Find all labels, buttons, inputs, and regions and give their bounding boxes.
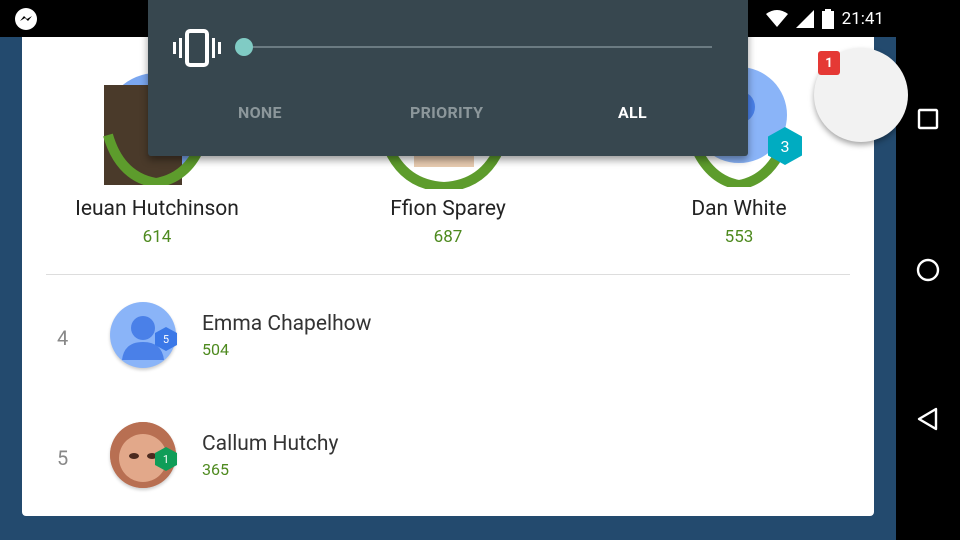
rank-number: 4	[57, 326, 69, 350]
vibrate-icon[interactable]	[173, 29, 221, 67]
status-time: 21:41	[841, 8, 884, 29]
wifi-icon	[765, 9, 788, 27]
interruption-mode-tabs: NONE PRIORITY ALL	[148, 103, 748, 133]
battery-icon	[821, 8, 834, 29]
podium-entry-1[interactable]: Ieuan Hutchinson 614	[37, 197, 277, 247]
back-icon[interactable]	[916, 407, 940, 431]
recents-icon[interactable]	[916, 107, 940, 131]
rank-number: 5	[57, 446, 69, 470]
leaderboard-row[interactable]: 5 1 Callum Hutchy 365	[22, 422, 874, 536]
podium-entry-2[interactable]: Ffion Sparey 687	[328, 197, 568, 247]
podium-entry-3[interactable]: Dan White 553	[619, 197, 859, 247]
volume-slider-track[interactable]	[244, 46, 712, 48]
player-score: 614	[142, 227, 172, 247]
player-name: Dan White	[691, 197, 787, 221]
mode-priority-button[interactable]: PRIORITY	[410, 103, 483, 122]
player-score: 365	[202, 460, 229, 479]
notification-count-badge: 1	[818, 51, 840, 75]
mode-none-button[interactable]: NONE	[238, 103, 282, 122]
leaderboard-row[interactable]: 4 5 Emma Chapelhow 504	[22, 302, 874, 416]
player-score: 504	[202, 340, 229, 359]
player-name: Callum Hutchy	[202, 432, 339, 456]
messenger-icon[interactable]	[14, 7, 38, 31]
player-score: 687	[433, 227, 463, 247]
player-name: Ieuan Hutchinson	[75, 197, 239, 221]
divider	[46, 274, 850, 275]
volume-slider-thumb[interactable]	[235, 38, 253, 56]
player-score: 553	[724, 227, 754, 247]
home-icon[interactable]	[916, 258, 940, 282]
mode-all-button[interactable]: ALL	[618, 103, 647, 122]
interruption-mode-panel: NONE PRIORITY ALL	[148, 0, 748, 156]
player-name: Ffion Sparey	[390, 197, 506, 221]
signal-icon	[795, 9, 814, 28]
player-name: Emma Chapelhow	[202, 312, 372, 336]
status-icons: 21:41	[765, 0, 884, 37]
